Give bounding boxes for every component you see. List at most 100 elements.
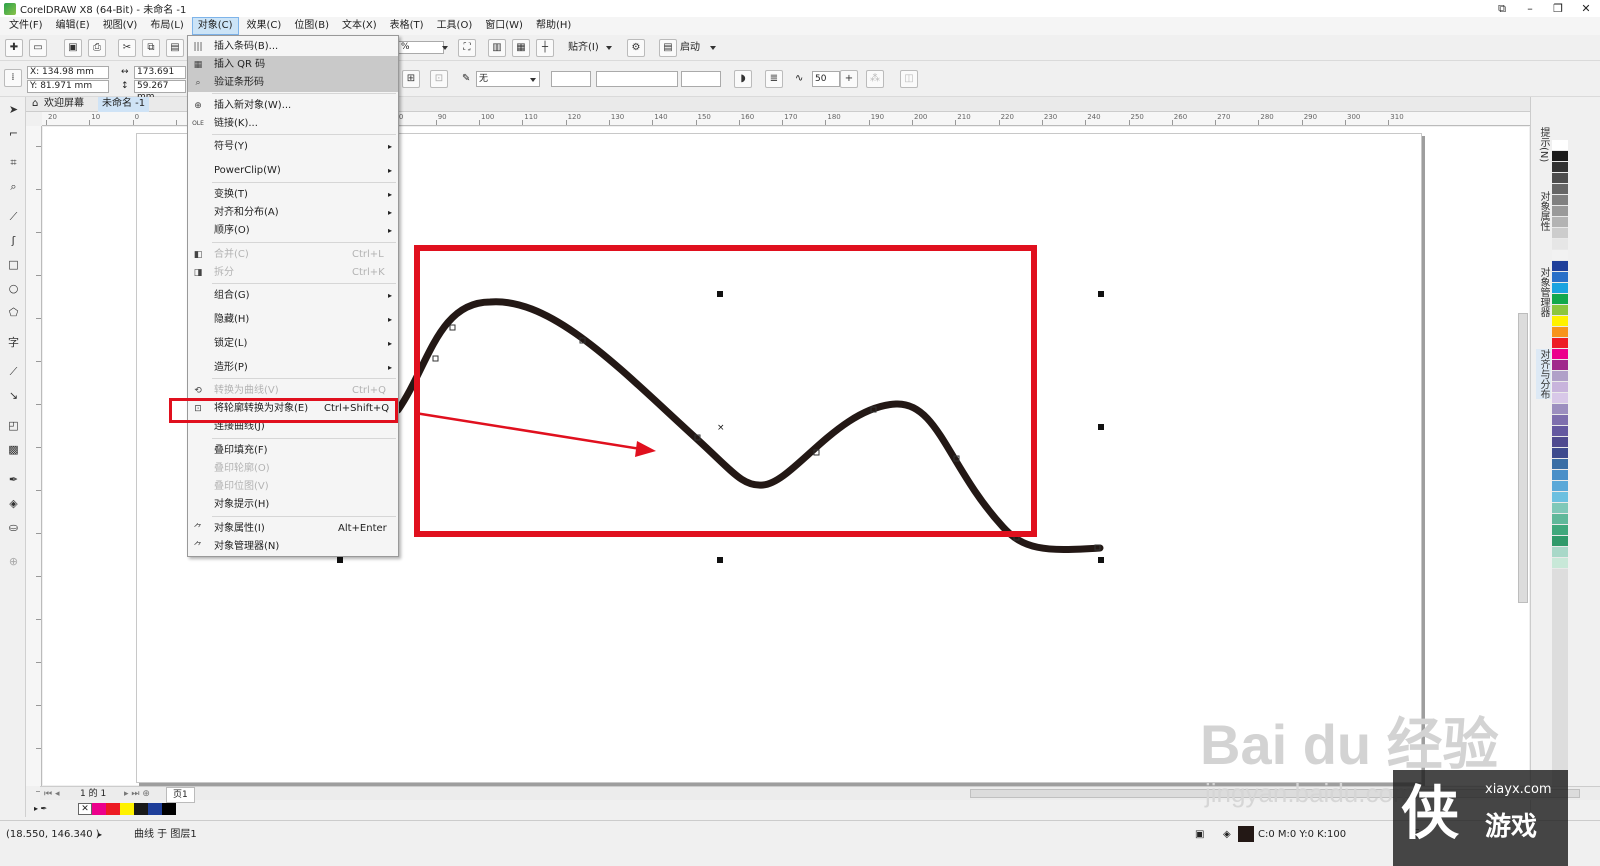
color-palette[interactable] — [1552, 140, 1568, 786]
minimize-button[interactable]: – — [1516, 0, 1544, 17]
object-menu-item[interactable]: 顺序(O) ▸ — [188, 222, 398, 240]
mirror-icon[interactable]: ⊞ — [402, 70, 420, 88]
palette-swatch[interactable] — [1552, 492, 1568, 503]
vertical-ruler[interactable] — [26, 126, 42, 792]
object-menu-item[interactable]: 对齐和分布(A) ▸ — [188, 204, 398, 222]
palette-swatch[interactable] — [1552, 239, 1568, 250]
zoom-level-field[interactable]: % — [398, 41, 444, 54]
shape-tool-icon[interactable]: ⌐ — [5, 125, 22, 142]
outline-color-swatch[interactable] — [1238, 826, 1254, 842]
palette-swatch[interactable] — [1552, 547, 1568, 558]
object-menu-item[interactable]: ⊕ 插入新对象(W)... — [188, 97, 398, 115]
object-menu-item[interactable]: 对象提示(H) — [188, 496, 398, 514]
open-icon[interactable]: ▭ — [29, 39, 47, 57]
menu-file[interactable]: 文件(F) — [4, 18, 48, 34]
object-menu-item[interactable]: ▦ 插入 QR 码 — [188, 56, 398, 74]
rectangle-tool-icon[interactable]: □ — [5, 256, 22, 273]
menu-window[interactable]: 窗口(W) — [480, 18, 528, 34]
close-button[interactable]: ✕ — [1572, 0, 1600, 17]
palette-swatch[interactable] — [1552, 404, 1568, 415]
outline-width-dropdown-icon[interactable] — [530, 78, 536, 82]
show-rulers-icon[interactable]: ▥ — [488, 39, 506, 57]
palette-swatch[interactable] — [1552, 558, 1568, 569]
palette-swatch[interactable] — [1552, 525, 1568, 536]
tab-document[interactable]: 未命名 -1 — [98, 97, 150, 112]
y-position-field[interactable]: Y: 81.971 mm — [27, 80, 109, 93]
eyedropper-tool-icon[interactable]: ✒ — [5, 471, 22, 488]
object-menu-item[interactable]: OLE 链接(K)... — [188, 115, 398, 133]
palette-swatch[interactable] — [1552, 206, 1568, 217]
text-wrap-icon[interactable]: ≣ — [765, 70, 783, 88]
smoothing-plus-icon[interactable]: + — [840, 70, 858, 88]
palette-swatch[interactable] — [1552, 327, 1568, 338]
next-page-icon[interactable]: ▸ ⏭ ⊕ — [124, 787, 150, 801]
palette-swatch[interactable] — [1552, 338, 1568, 349]
first-page-icon[interactable]: ⏮ ◂ — [44, 787, 59, 801]
palette-swatch[interactable] — [1552, 228, 1568, 239]
artistic-media-icon[interactable]: ʃ — [5, 232, 22, 249]
document-palette-swatches[interactable]: ✕ — [78, 803, 176, 815]
launch-dropdown-arrow-icon[interactable] — [710, 46, 716, 50]
palette-swatch[interactable] — [1552, 481, 1568, 492]
object-menu-item[interactable]: 造形(P) ▸ — [188, 359, 398, 377]
object-menu-item[interactable]: 符号(Y) ▸ — [188, 138, 398, 156]
docker-tab-object-manager[interactable]: 对象管理器 — [1536, 267, 1551, 317]
document-palette-swatch[interactable] — [92, 803, 106, 815]
palette-swatch[interactable] — [1552, 536, 1568, 547]
new-document-icon[interactable]: ✚ — [5, 39, 23, 57]
smart-fill-icon[interactable]: ⛀ — [5, 519, 22, 536]
paste-icon[interactable]: ▤ — [166, 39, 184, 57]
interactive-fill-icon[interactable]: ◈ — [5, 495, 22, 512]
menu-edit[interactable]: 编辑(E) — [51, 18, 95, 34]
palette-swatch[interactable] — [1552, 371, 1568, 382]
drop-shadow-tool-icon[interactable]: ◰ — [5, 417, 22, 434]
menu-text[interactable]: 文本(X) — [337, 18, 382, 34]
parallel-dimension-icon[interactable]: ⟋ — [5, 363, 22, 380]
docker-tab-align-distribute[interactable]: 对齐与分布 — [1536, 349, 1551, 399]
menu-view[interactable]: 视图(V) — [98, 18, 143, 34]
palette-swatch[interactable] — [1552, 151, 1568, 162]
palette-swatch[interactable] — [1552, 272, 1568, 283]
add-tool-icon[interactable]: ⊕ — [5, 553, 22, 570]
menu-tools[interactable]: 工具(O) — [432, 18, 478, 34]
pick-tool-icon[interactable]: ➤ — [5, 101, 22, 118]
menu-effects[interactable]: 效果(C) — [242, 18, 287, 34]
palette-swatch[interactable] — [1552, 514, 1568, 525]
palette-swatch[interactable] — [1552, 140, 1568, 151]
show-guidelines-icon[interactable]: ┼ — [536, 39, 554, 57]
transparency-tool-icon[interactable]: ▩ — [5, 441, 22, 458]
object-menu-item[interactable]: 叠印填充(F) — [188, 442, 398, 460]
docker-tab-object-properties[interactable]: 对象属性 — [1536, 191, 1551, 231]
palette-swatch[interactable] — [1552, 415, 1568, 426]
document-palette-swatch[interactable] — [106, 803, 120, 815]
document-palette-swatch[interactable] — [134, 803, 148, 815]
reduce-nodes-icon[interactable]: ⁂ — [866, 70, 884, 88]
snap-to-dropdown[interactable]: 贴齐(I) — [568, 41, 599, 55]
copy-icon[interactable]: ⧉ — [142, 39, 160, 57]
palette-swatch[interactable] — [1552, 393, 1568, 404]
restore-docker-icon[interactable]: ⧉ — [1488, 0, 1516, 17]
snap-dropdown-arrow-icon[interactable] — [606, 46, 612, 50]
cut-icon[interactable]: ✂ — [118, 39, 136, 57]
object-menu-item[interactable]: 变换(T) ▸ — [188, 186, 398, 204]
start-arrowhead-select[interactable] — [551, 71, 591, 87]
palette-swatch[interactable] — [1552, 426, 1568, 437]
object-menu-item[interactable]: 组合(G) ▸ — [188, 287, 398, 305]
end-arrowhead-select[interactable] — [681, 71, 721, 87]
menu-bitmaps[interactable]: 位图(B) — [289, 18, 334, 34]
options-gear-icon[interactable]: ⚙ — [627, 39, 645, 57]
object-menu-item[interactable]: 锁定(L) ▸ — [188, 335, 398, 353]
maximize-button[interactable]: ❐ — [1544, 0, 1572, 17]
status-expand-icon[interactable]: ▸ — [98, 828, 102, 842]
menu-help[interactable]: 帮助(H) — [531, 18, 576, 34]
vertical-scrollbar[interactable] — [1518, 313, 1528, 603]
quick-customize-icon[interactable]: ◫ — [900, 70, 918, 88]
zoom-dropdown-arrow-icon[interactable] — [442, 46, 448, 50]
palette-swatch[interactable] — [1552, 360, 1568, 371]
palette-swatch[interactable] — [1552, 382, 1568, 393]
show-grid-icon[interactable]: ▦ — [512, 39, 530, 57]
menu-layout[interactable]: 布局(L) — [145, 18, 188, 34]
width-field[interactable]: 173.691 mm — [134, 66, 186, 88]
palette-swatch[interactable] — [1552, 294, 1568, 305]
palette-swatch[interactable] — [1552, 448, 1568, 459]
